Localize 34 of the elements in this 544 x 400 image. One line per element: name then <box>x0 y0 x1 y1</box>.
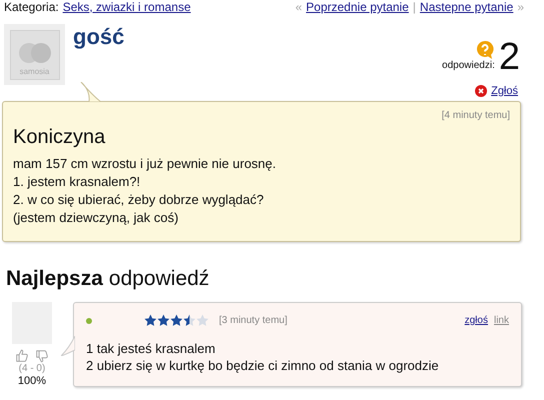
category-label: Kategoria: <box>4 0 59 14</box>
answer-text-line: 1 tak jesteś krasnalem <box>86 340 216 357</box>
prev-question-link[interactable]: Poprzednie pytanie <box>306 0 409 14</box>
prev-arrow: « <box>295 0 302 14</box>
question-text-line: 2. w co się ubierać, żeby dobrze wyglądać? <box>13 191 265 209</box>
question-time: [4 minuty temu] <box>442 109 510 123</box>
question-text-line: mam 157 cm wzrostu i już pewnie nie urosnę. <box>13 155 278 173</box>
star-icon <box>170 314 183 327</box>
report-link[interactable]: Zgłoś <box>491 82 518 100</box>
report-link[interactable]: zgłoś <box>464 313 488 328</box>
star-icon <box>144 314 157 327</box>
vote-count: (4 - 0) <box>18 363 46 375</box>
question-title: Koniczyna <box>13 125 106 149</box>
next-arrow: » <box>517 0 524 14</box>
question-bubble-icon <box>474 40 495 60</box>
question-text-line: (jestem dziewczyną, jak coś) <box>13 209 180 227</box>
best-answer-heading-bold: Najlepsza <box>6 266 103 292</box>
answers-count: 2 <box>498 38 520 76</box>
star-icon <box>157 314 170 327</box>
close-circle-icon <box>475 85 488 97</box>
star-icon <box>196 314 209 327</box>
thumbs-up-icon[interactable] <box>15 349 29 363</box>
nav-separator: | <box>412 0 416 14</box>
vote-percent: 100% <box>18 375 46 388</box>
thumbs-down-icon[interactable] <box>35 349 49 363</box>
answers-count-label: odpowiedzi: <box>442 60 495 72</box>
category-link[interactable]: Seks, zwiazki i romanse <box>62 0 191 14</box>
asker-name: gość <box>73 24 124 51</box>
next-question-link[interactable]: Nastepne pytanie <box>420 0 514 14</box>
best-answer-heading: odpowiedź <box>108 266 210 292</box>
star-icon <box>183 314 196 327</box>
answer-text-line: 2 ubierz się w kurtkę bo będzie ci zimno od stania w ogrodzie <box>86 357 440 374</box>
answer-time: [3 minuty temu] <box>219 314 288 328</box>
question-text-line: 1. jestem krasnalem?! <box>13 173 142 191</box>
